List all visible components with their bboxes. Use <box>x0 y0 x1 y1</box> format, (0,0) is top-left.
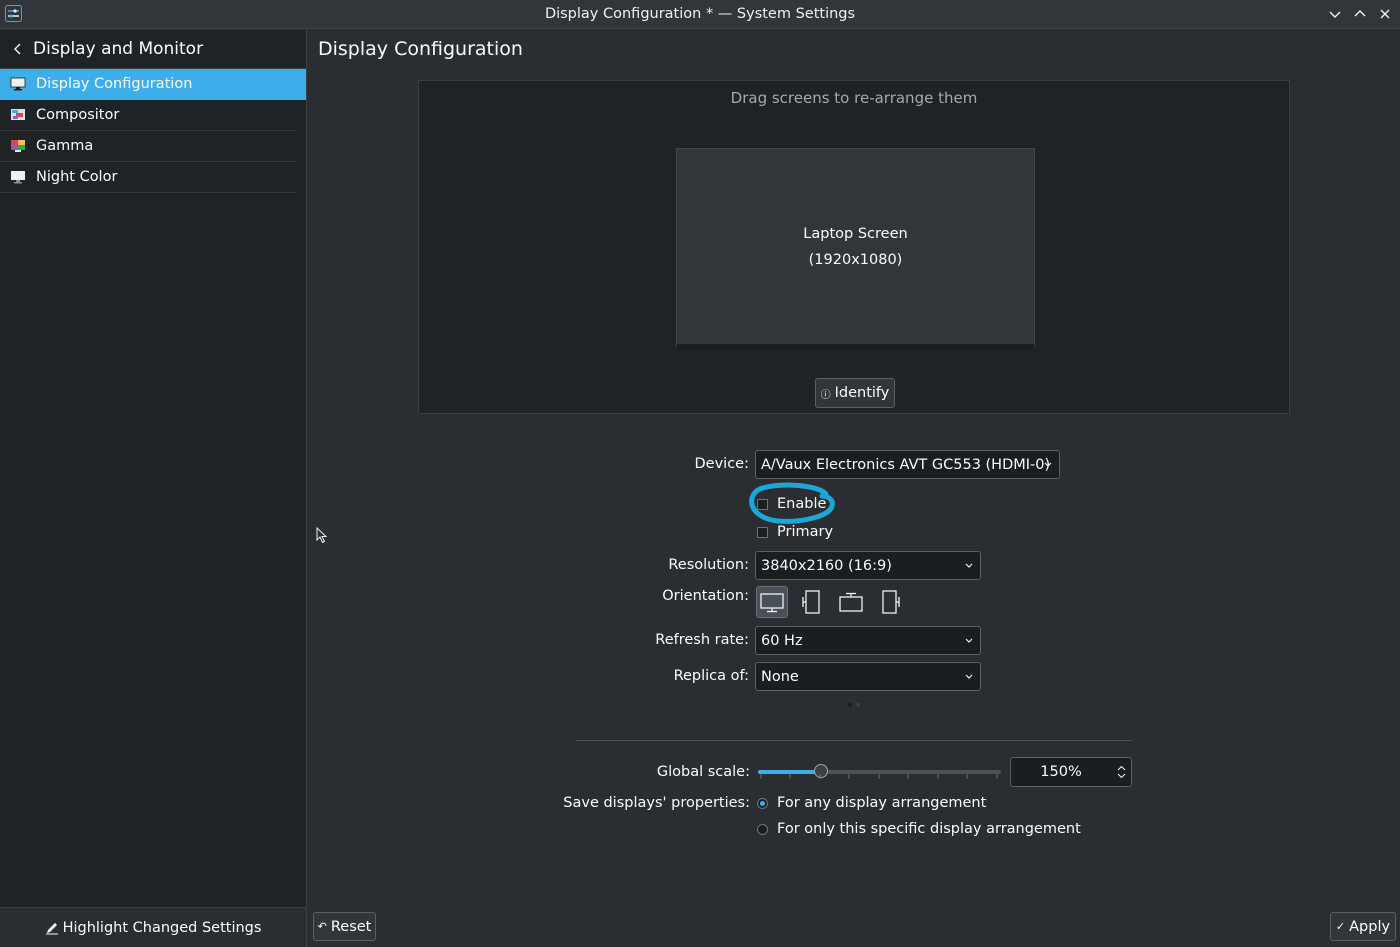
device-label: Device: <box>694 456 749 472</box>
reset-label: Reset <box>330 918 372 935</box>
enable-label: Enable <box>777 496 827 512</box>
sidebar-header-label: Display and Monitor <box>33 39 204 59</box>
monitor-icon <box>10 77 26 91</box>
reset-button[interactable]: ↶ Reset <box>313 912 376 941</box>
pencil-icon <box>45 922 58 934</box>
close-icon[interactable] <box>1377 6 1393 22</box>
highlight-changed-settings-label: Highlight Changed Settings <box>62 919 262 936</box>
resolution-select[interactable]: 3840x2160 (16:9) <box>755 551 981 580</box>
title-bar: Display Configuration * — System Setting… <box>0 0 1400 29</box>
replica-select[interactable]: None <box>755 662 981 691</box>
monitor-flipped-icon <box>839 592 863 612</box>
compositor-icon <box>11 109 25 120</box>
chevron-left-icon <box>14 43 21 55</box>
chevron-down-icon <box>1044 462 1052 467</box>
night-color-icon <box>11 171 25 184</box>
maximize-icon[interactable] <box>1352 6 1368 22</box>
monitor-rotate-left-icon <box>802 590 820 614</box>
highlight-changed-settings-button[interactable]: Highlight Changed Settings <box>0 907 306 947</box>
undo-icon: ↶ <box>317 920 327 933</box>
radio-any-arrangement[interactable]: For any display arrangement <box>757 795 986 811</box>
screen-resolution: (1920x1080) <box>808 251 903 268</box>
identify-label: Identify <box>834 385 890 401</box>
refresh-rate-select[interactable]: 60 Hz <box>755 626 981 655</box>
gamma-icon <box>11 140 25 152</box>
orientation-left-button[interactable] <box>796 586 828 618</box>
monitor-landscape-icon <box>760 593 784 613</box>
window-title: Display Configuration * — System Setting… <box>544 6 856 22</box>
monitor-rotate-right-icon <box>882 590 900 614</box>
info-icon: ⓘ <box>820 389 831 401</box>
enable-checkbox-box[interactable] <box>757 498 768 510</box>
sidebar-item-label: Display Configuration <box>36 76 193 92</box>
apply-button[interactable]: ✓ Apply <box>1330 912 1396 941</box>
screen-arrangement-area[interactable]: Drag screens to re-arrange them Laptop S… <box>418 80 1290 414</box>
sidebar-item-label: Gamma <box>36 138 94 154</box>
sidebar-item-label: Night Color <box>36 169 118 185</box>
page-indicator[interactable] <box>847 702 861 708</box>
primary-checkbox-box[interactable] <box>757 526 768 538</box>
replica-label: Replica of: <box>673 668 749 684</box>
radio-specific-arrangement-dot[interactable] <box>757 823 768 835</box>
sidebar-item-night-color[interactable]: Night Color <box>0 162 297 193</box>
arrangement-hint: Drag screens to re-arrange them <box>730 89 978 107</box>
orientation-label: Orientation: <box>662 588 749 604</box>
global-scale-spinbox[interactable]: 150% <box>1010 757 1132 787</box>
mouse-cursor-icon <box>316 527 328 544</box>
primary-label: Primary <box>777 524 834 540</box>
orientation-right-button[interactable] <box>874 586 906 618</box>
refresh-rate-value: 60 Hz <box>761 632 803 649</box>
chevron-down-icon <box>965 674 973 679</box>
refresh-rate-label: Refresh rate: <box>655 632 749 648</box>
replica-value: None <box>761 668 799 685</box>
spin-arrows-icon[interactable] <box>1117 764 1126 780</box>
sidebar-back-header[interactable]: Display and Monitor <box>0 30 306 69</box>
chevron-down-icon <box>965 638 973 643</box>
screen-name: Laptop Screen <box>803 225 908 242</box>
global-scale-value: 150% <box>1040 764 1082 780</box>
device-select[interactable]: A/Vaux Electronics AVT GC553 (HDMI-0) <box>755 450 1060 479</box>
page-title: Display Configuration <box>318 38 523 60</box>
resolution-value: 3840x2160 (16:9) <box>761 557 892 574</box>
sidebar-item-display-configuration[interactable]: Display Configuration <box>0 69 306 100</box>
radio-any-arrangement-dot[interactable] <box>757 797 768 809</box>
global-scale-label: Global scale: <box>656 764 750 780</box>
enable-checkbox[interactable]: Enable <box>757 496 826 512</box>
main-content: Display Configuration Drag screens to re… <box>308 30 1400 947</box>
device-value: A/Vaux Electronics AVT GC553 (HDMI-0) <box>761 456 1051 473</box>
sidebar-item-label: Compositor <box>36 107 120 123</box>
sidebar: Display and Monitor Display Configuratio… <box>0 30 307 947</box>
radio-specific-arrangement[interactable]: For only this specific display arrangeme… <box>757 821 1081 837</box>
apply-label: Apply <box>1349 918 1391 935</box>
identify-button[interactable]: ⓘ Identify <box>815 378 895 408</box>
section-separator <box>576 740 1132 741</box>
save-properties-label: Save displays' properties: <box>563 795 750 811</box>
laptop-screen-tile[interactable]: Laptop Screen (1920x1080) <box>676 148 1035 350</box>
slider-ticks <box>760 774 998 779</box>
chevron-down-icon <box>965 563 973 568</box>
minimize-icon[interactable] <box>1327 6 1343 22</box>
sidebar-item-gamma[interactable]: Gamma <box>0 131 297 162</box>
orientation-flipped-button[interactable] <box>835 586 867 618</box>
orientation-landscape-button[interactable] <box>756 586 788 618</box>
primary-checkbox[interactable]: Primary <box>757 524 833 540</box>
radio-specific-arrangement-label: For only this specific display arrangeme… <box>777 821 1081 837</box>
radio-any-arrangement-label: For any display arrangement <box>777 795 987 811</box>
resolution-label: Resolution: <box>668 557 749 573</box>
checkmark-icon: ✓ <box>1335 920 1346 933</box>
sidebar-item-compositor[interactable]: Compositor <box>0 100 297 131</box>
